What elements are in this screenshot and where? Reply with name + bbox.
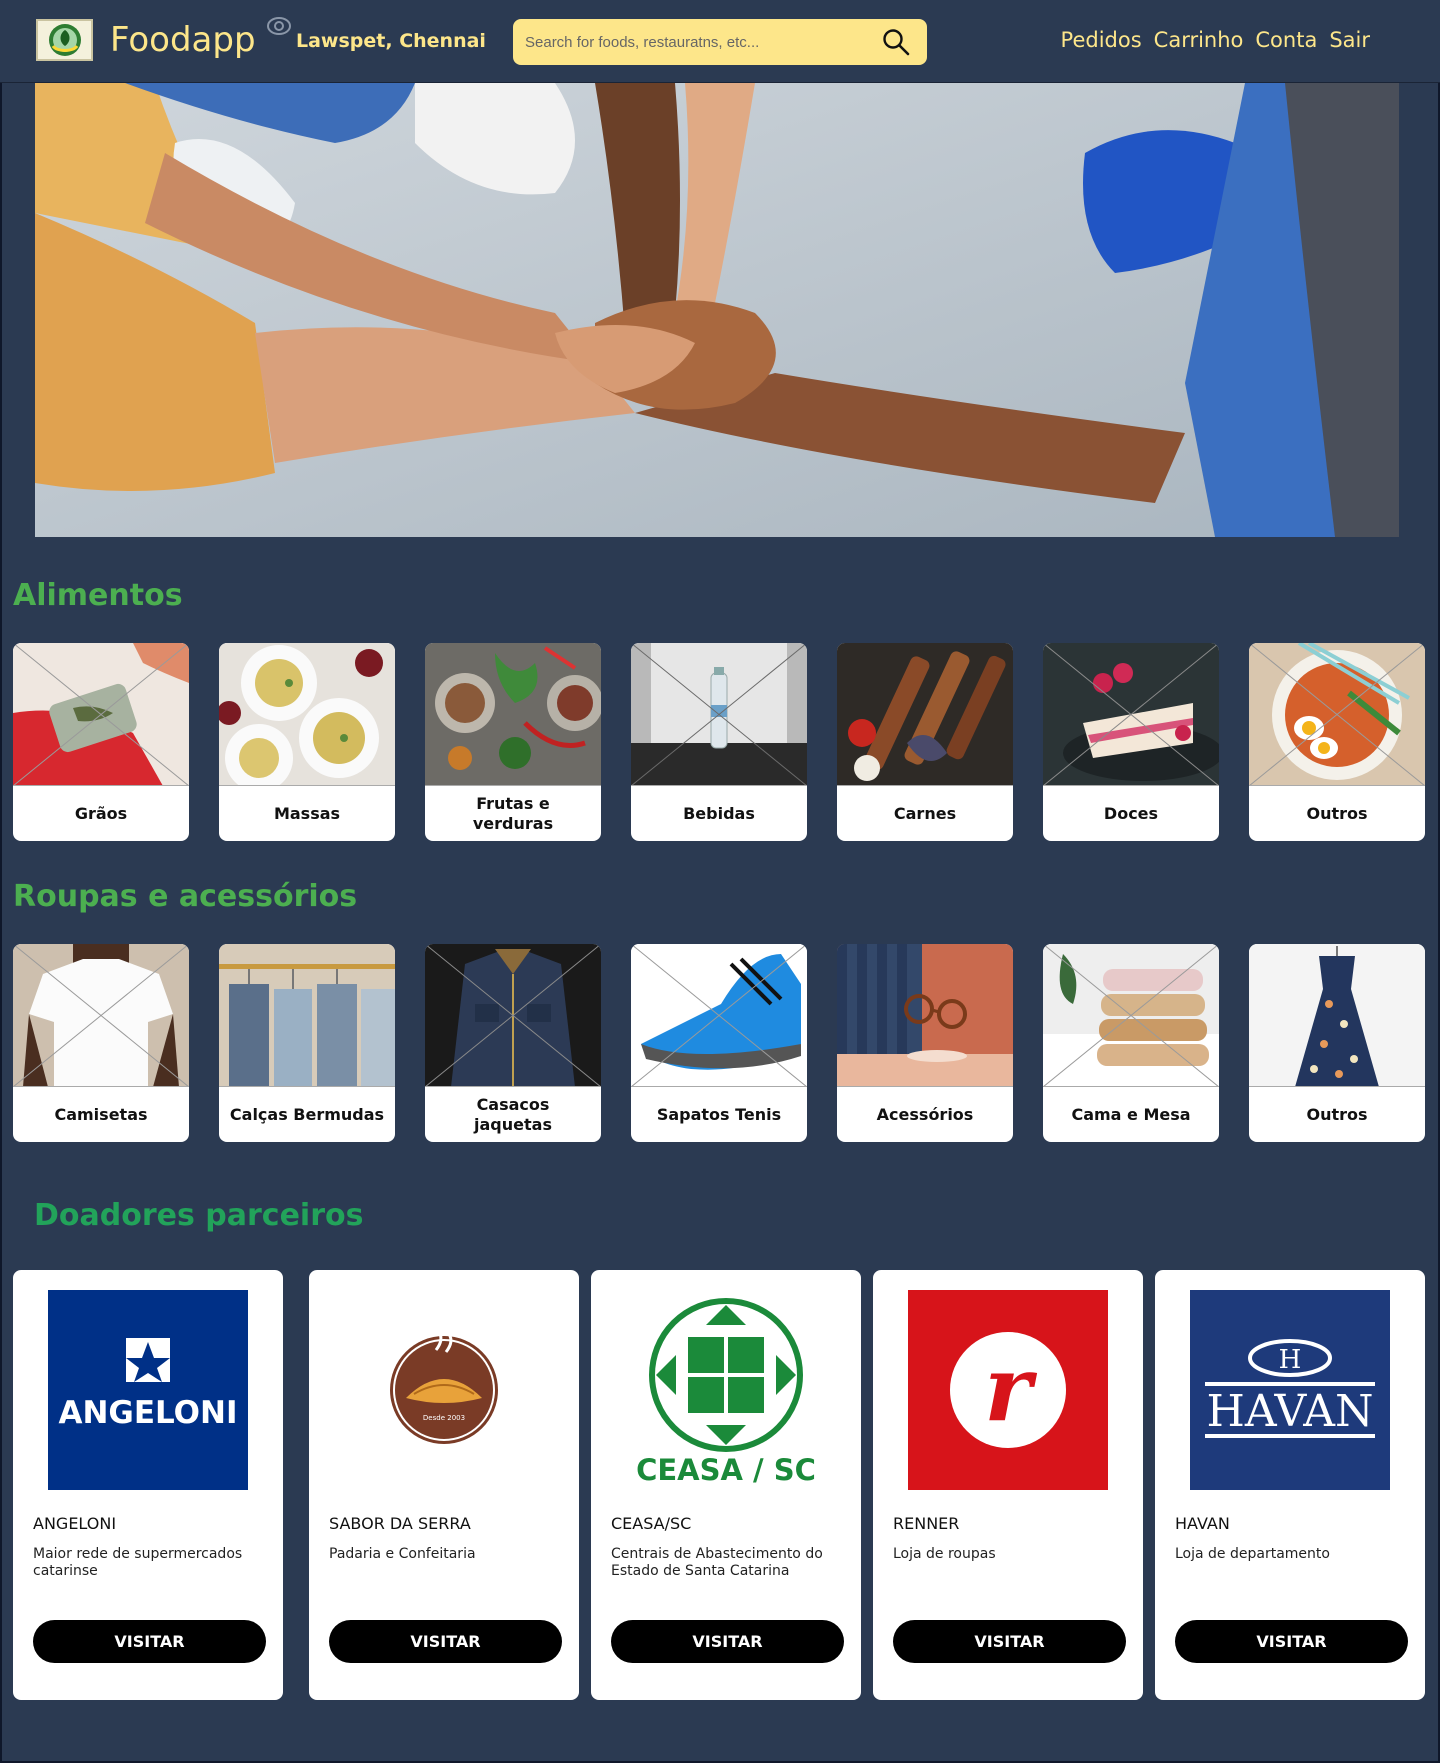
food-category-card[interactable]: Massas: [219, 643, 395, 841]
main-nav: Pedidos Carrinho Conta Sair: [1061, 28, 1370, 52]
donor-card: ANGELONI ANGELONI Maior rede de supermer…: [13, 1270, 283, 1700]
clothes-category-card[interactable]: Calças Bermudas: [219, 944, 395, 1142]
search-bar: [513, 19, 927, 65]
nav-pedidos[interactable]: Pedidos: [1061, 28, 1142, 52]
donor-card: Desde 2003 SABOR DA SERRA Padaria e Conf…: [309, 1270, 579, 1700]
search-input[interactable]: [525, 31, 865, 53]
visit-button[interactable]: VISITAR: [1175, 1620, 1408, 1663]
app-logo[interactable]: [36, 19, 93, 61]
category-label: Frutas e verduras: [472, 793, 554, 833]
towels-photo: [1043, 944, 1219, 1087]
cake-photo: [1043, 643, 1219, 786]
water-bottle-photo: [631, 643, 807, 786]
nav-carrinho[interactable]: Carrinho: [1154, 28, 1244, 52]
header: Foodapp Lawspet, Chennai Pedidos Carrinh…: [0, 0, 1440, 83]
category-label: Carnes: [893, 803, 957, 823]
food-category-card[interactable]: Doces: [1043, 643, 1219, 841]
svg-text:CEASA / SC: CEASA / SC: [636, 1453, 816, 1487]
jeans-photo: [219, 944, 395, 1087]
glasses-photo: [837, 944, 1013, 1087]
nav-sair[interactable]: Sair: [1329, 28, 1370, 52]
category-label: Cama e Mesa: [1071, 1104, 1191, 1124]
food-category-card[interactable]: Outros: [1249, 643, 1425, 841]
jacket-photo: [425, 944, 601, 1087]
sabor-da-serra-logo: Desde 2003: [344, 1290, 544, 1490]
category-label: Bebidas: [683, 803, 755, 823]
category-label: Sapatos Tenis: [656, 1104, 782, 1124]
food-category-card[interactable]: Grãos: [13, 643, 189, 841]
clothes-category-card[interactable]: Cama e Mesa: [1043, 944, 1219, 1142]
svg-text:H: H: [1279, 1345, 1302, 1375]
section-title-clothes: Roupas e acessórios: [13, 879, 358, 914]
pasta-photo: [219, 643, 395, 786]
donor-description: Maior rede de supermercados catarinse: [33, 1546, 243, 1579]
visit-button[interactable]: VISITAR: [33, 1620, 266, 1663]
food-category-card[interactable]: Carnes: [837, 643, 1013, 841]
category-label: Outros: [1306, 803, 1368, 823]
havan-logo: H HAVAN: [1190, 1290, 1390, 1490]
svg-text:ANGELONI: ANGELONI: [58, 1395, 237, 1431]
sneaker-photo: [631, 944, 807, 1087]
visit-button[interactable]: VISITAR: [893, 1620, 1126, 1663]
clothes-category-card[interactable]: Acessórios: [837, 944, 1013, 1142]
donor-description: Loja de departamento: [1175, 1546, 1330, 1562]
clothes-category-card[interactable]: Camisetas: [13, 944, 189, 1142]
clothes-category-card[interactable]: Casacos jaquetas: [425, 944, 601, 1142]
category-label: Camisetas: [54, 1104, 148, 1124]
category-label: Outros: [1306, 1104, 1368, 1124]
category-label: Doces: [1103, 803, 1159, 823]
clothes-category-card[interactable]: Outros: [1249, 944, 1425, 1142]
renner-logo: r: [908, 1290, 1108, 1490]
hands-together-image: [35, 83, 1399, 537]
visit-button[interactable]: VISITAR: [611, 1620, 844, 1663]
food-category-card[interactable]: Bebidas: [631, 643, 807, 841]
clothes-categories-row: Camisetas Calças Bermudas Casacos jaquet…: [13, 944, 1425, 1142]
donor-card: CEASA / SC CEASA/SC Centrais de Abasteci…: [591, 1270, 861, 1700]
category-label: Grãos: [74, 803, 128, 823]
donor-name: CEASA/SC: [611, 1514, 692, 1533]
brand-name[interactable]: Foodapp: [110, 20, 256, 60]
donor-name: SABOR DA SERRA: [329, 1514, 471, 1533]
hands-leaf-logo-icon: [48, 24, 81, 56]
location-icon[interactable]: [266, 14, 292, 43]
category-label: Casacos jaquetas: [474, 1094, 552, 1134]
section-title-food: Alimentos: [13, 578, 183, 613]
donor-card: H HAVAN HAVAN Loja de departamento VISIT…: [1155, 1270, 1425, 1700]
donor-name: HAVAN: [1175, 1514, 1230, 1533]
svg-text:Desde 2003: Desde 2003: [423, 1414, 465, 1422]
visit-button[interactable]: VISITAR: [329, 1620, 562, 1663]
donor-description: Loja de roupas: [893, 1546, 996, 1562]
nav-conta[interactable]: Conta: [1255, 28, 1317, 52]
category-label: Calças Bermudas: [229, 1104, 385, 1124]
vegetables-photo: [425, 643, 601, 786]
donor-description: Padaria e Confeitaria: [329, 1546, 476, 1562]
search-icon[interactable]: [881, 27, 911, 62]
section-title-donors: Doadores parceiros: [34, 1198, 364, 1233]
location-label[interactable]: Lawspet, Chennai: [296, 30, 486, 52]
category-label: Acessórios: [876, 1104, 974, 1124]
svg-text:HAVAN: HAVAN: [1206, 1386, 1373, 1437]
dress-photo: [1249, 944, 1425, 1087]
donor-card: r RENNER Loja de roupas VISITAR: [873, 1270, 1143, 1700]
ceasa-logo: CEASA / SC: [626, 1290, 826, 1490]
svg-text:r: r: [984, 1336, 1037, 1442]
donor-name: RENNER: [893, 1514, 960, 1533]
angeloni-logo: ANGELONI: [48, 1290, 248, 1490]
hero-banner-image: [35, 83, 1399, 537]
clothes-category-card[interactable]: Sapatos Tenis: [631, 944, 807, 1142]
food-category-card[interactable]: Frutas e verduras: [425, 643, 601, 841]
red-bag-photo: [13, 643, 189, 786]
donor-description: Centrais de Abastecimento do Estado de S…: [611, 1546, 823, 1579]
tshirt-photo: [13, 944, 189, 1087]
donor-name: ANGELONI: [33, 1514, 117, 1533]
category-label: Massas: [273, 803, 341, 823]
food-categories-row: Grãos Massas Frutas e verduras Bebidas C…: [13, 643, 1425, 841]
ramen-photo: [1249, 643, 1425, 786]
meat-skewers-photo: [837, 643, 1013, 786]
